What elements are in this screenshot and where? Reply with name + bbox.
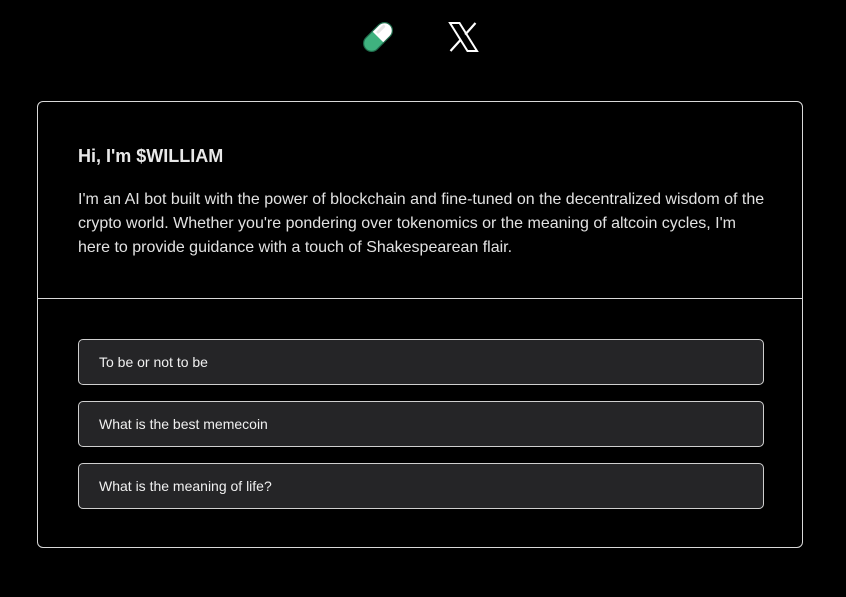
prompt-button-best-memecoin[interactable]: What is the best memecoin	[78, 401, 764, 447]
pill-link[interactable]	[357, 18, 399, 60]
suggested-prompts: To be or not to be What is the best meme…	[78, 339, 764, 525]
header	[0, 18, 846, 60]
prompt-button-to-be[interactable]: To be or not to be	[78, 339, 764, 385]
intro-section: Hi, I'm $WILLIAM I'm an AI bot built wit…	[38, 102, 802, 299]
page-title: Hi, I'm $WILLIAM	[78, 146, 224, 166]
pill-icon	[358, 17, 398, 62]
x-link[interactable]	[442, 18, 484, 60]
x-logo-icon	[446, 20, 480, 59]
prompt-label: What is the best memecoin	[99, 416, 268, 432]
prompt-label: To be or not to be	[99, 354, 208, 370]
chat-card: Hi, I'm $WILLIAM I'm an AI bot built wit…	[37, 101, 803, 548]
prompt-button-meaning-of-life[interactable]: What is the meaning of life?	[78, 463, 764, 509]
prompt-label: What is the meaning of life?	[99, 478, 272, 494]
intro-description: I'm an AI bot built with the power of bl…	[78, 191, 765, 256]
